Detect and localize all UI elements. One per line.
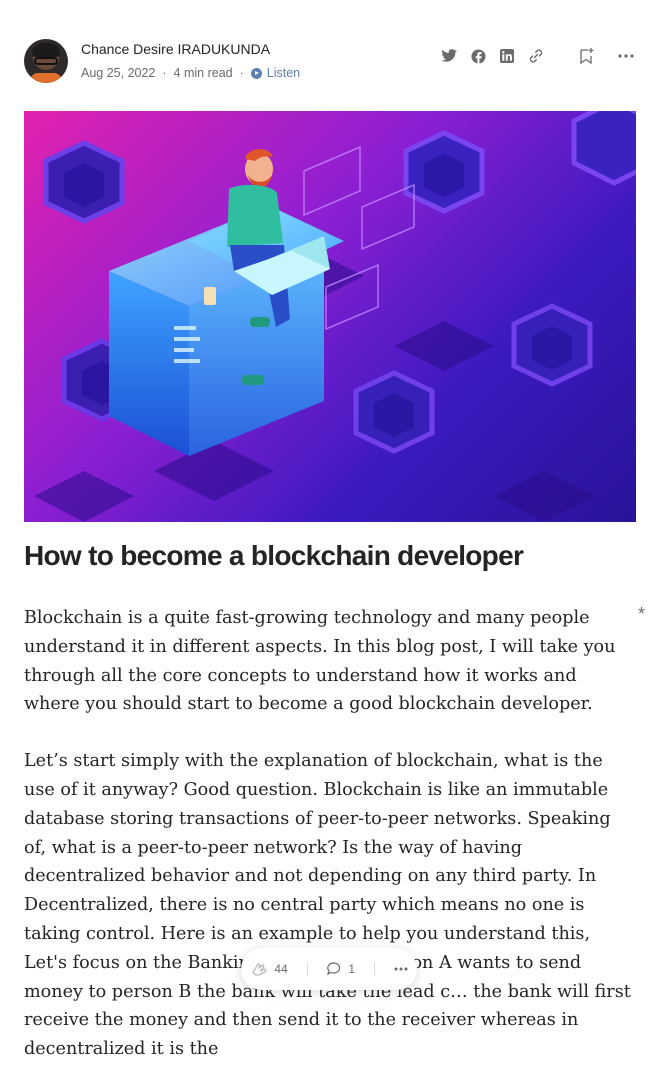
linkedin-icon[interactable] [497, 46, 517, 66]
clap-count: 44 [274, 962, 288, 976]
bar-divider [373, 962, 375, 976]
comment-icon [327, 962, 341, 976]
clap-button[interactable]: 44 [250, 960, 288, 978]
floating-action-bar: 44 1 [241, 948, 417, 990]
article-meta: Aug 25, 2022 · 4 min read · Listen [81, 66, 300, 80]
author-name[interactable]: Chance Desire IRADUKUNDA [81, 41, 270, 57]
twitter-icon[interactable] [439, 46, 459, 66]
read-time: 4 min read [173, 66, 233, 80]
share-actions [430, 46, 636, 66]
response-count: 1 [348, 962, 355, 976]
blockchain-illustration [34, 111, 636, 522]
publish-date: Aug 25, 2022 [81, 66, 156, 80]
clap-icon [252, 963, 268, 976]
bar-divider [306, 962, 308, 976]
meta-separator: · [162, 66, 167, 80]
author-avatar[interactable] [24, 39, 68, 83]
article-body: Blockchain is a quite fast-growing techn… [24, 604, 636, 1092]
hero-illustration [24, 111, 636, 522]
meta-separator: · [239, 66, 244, 80]
more-icon[interactable] [616, 46, 636, 66]
play-icon [250, 67, 262, 79]
responses-button[interactable]: 1 [326, 961, 355, 977]
highlight-star-icon[interactable]: * [638, 604, 645, 625]
article-header: Chance Desire IRADUKUNDA Aug 25, 2022 · … [24, 38, 636, 84]
article-paragraph: Let’s start simply with the explanation … [24, 751, 631, 1060]
bookmark-add-icon[interactable] [577, 46, 597, 66]
more-icon [394, 967, 408, 971]
listen-button[interactable]: Listen [250, 66, 301, 80]
link-icon[interactable] [526, 46, 546, 66]
facebook-icon[interactable] [468, 46, 488, 66]
more-options-button[interactable] [394, 967, 408, 971]
listen-label: Listen [266, 66, 301, 80]
article-title: How to become a blockchain developer [24, 540, 524, 571]
article-paragraph: Blockchain is a quite fast-growing techn… [24, 608, 616, 715]
